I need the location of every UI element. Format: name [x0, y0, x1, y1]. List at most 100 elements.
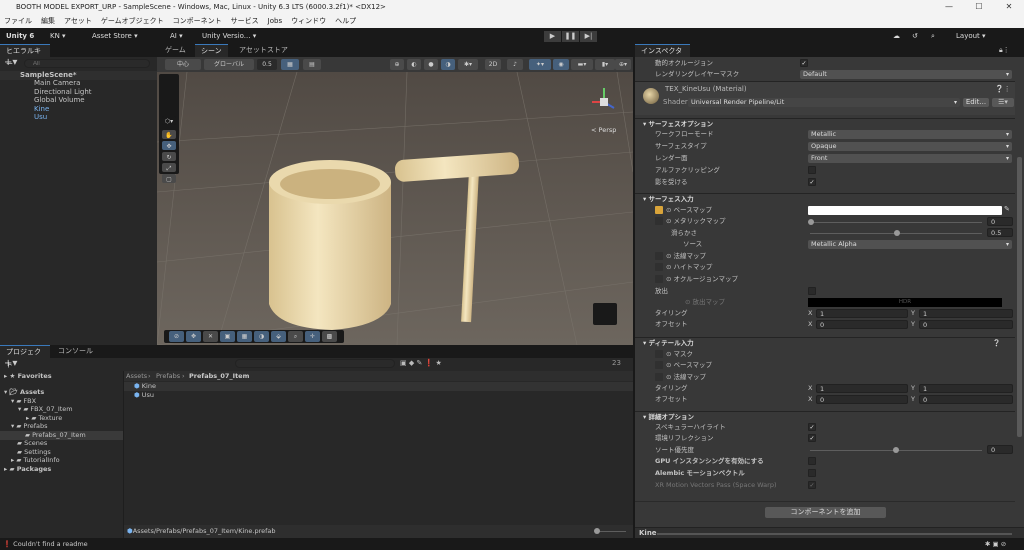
detail-base-map-slot[interactable] [655, 361, 663, 369]
shaded-icon[interactable]: ● [424, 59, 438, 70]
gpu-instancing-checkbox[interactable] [808, 457, 816, 465]
tree-node-packages[interactable]: ▸ ▰ Packages [4, 465, 51, 474]
pause-button[interactable]: ❚❚ [562, 31, 579, 42]
menu-window[interactable]: ウィンドウ [291, 14, 326, 28]
inspector-scrollbar[interactable] [1017, 157, 1022, 437]
smoothness-slider-knob[interactable] [894, 230, 900, 236]
tree-node[interactable]: ▾ ▰ FBX [11, 397, 36, 406]
asset-store-button[interactable]: Asset Store ▾ [92, 28, 138, 44]
tree-node[interactable]: ▸ ▰ TutorialInfo [11, 456, 60, 465]
metallic-map-texture-slot[interactable] [655, 217, 663, 225]
receive-shadows-checkbox[interactable]: ✓ [808, 178, 816, 186]
sort-priority-knob[interactable] [893, 447, 899, 453]
sort-priority-input[interactable]: 0 [987, 445, 1013, 454]
tiling-x-input[interactable]: 1 [816, 309, 908, 318]
breadcrumb-item[interactable]: Prefabs [156, 372, 180, 381]
history-icon[interactable]: ↺ [912, 28, 918, 44]
step-button[interactable]: ▶| [580, 31, 597, 42]
space-dropdown[interactable]: グローバル [204, 59, 254, 70]
debug-draw-icon[interactable]: ✱▾ [458, 59, 478, 70]
tree-node[interactable]: ▸ ▰ Texture [26, 414, 62, 423]
icon-size-knob[interactable] [594, 528, 600, 534]
eyedropper-icon[interactable]: ✎ [1004, 205, 1010, 213]
lit-mode-icon[interactable]: ◑ [441, 59, 455, 70]
search-icon[interactable]: ⌕ [931, 28, 935, 44]
offset-y-input[interactable]: 0 [919, 320, 1013, 329]
section-surface-inputs[interactable]: ▾ サーフェス入力 [635, 193, 1015, 204]
scene-viewport[interactable]: < Persp [157, 72, 633, 345]
shaded-wire-icon[interactable]: ◐ [407, 59, 421, 70]
rect-tool[interactable]: ▢ [162, 174, 176, 183]
section-advanced-options[interactable]: ▾ 詳細オプション [635, 411, 1015, 422]
shader-dropdown[interactable]: Universal Render Pipeline/Lit [688, 98, 960, 107]
favorites-node[interactable]: ▸ ★ Favorites [4, 372, 52, 381]
overlay-tool-icon[interactable]: ◑ [254, 331, 269, 342]
section-surface-options[interactable]: ▾ サーフェスオプション [635, 118, 1015, 129]
grid-snap-button[interactable]: ▦ [281, 59, 299, 70]
overlay-tool-icon[interactable]: ✥ [186, 331, 201, 342]
asset-item[interactable]: ⬢ Kine [134, 382, 156, 391]
overlay-tool-icon[interactable]: ▩ [322, 331, 337, 342]
breadcrumb-item[interactable]: Assets [126, 372, 147, 381]
scale-tool[interactable]: ⤢ [162, 163, 176, 172]
add-component-button[interactable]: コンポーネントを追加 [765, 507, 886, 518]
offset-x-input[interactable]: 0 [816, 320, 908, 329]
menu-jobs[interactable]: Jobs [268, 14, 282, 28]
height-map-texture-slot[interactable] [655, 263, 663, 271]
hierarchy-item[interactable]: Global Volume [34, 96, 85, 105]
breadcrumb-current[interactable]: Prefabs_07_Item [189, 372, 249, 381]
ai-button[interactable]: AI ▾ [170, 28, 183, 44]
maximize-button[interactable]: ☐ [964, 0, 994, 14]
view-options-icon[interactable]: ⬡▾ [162, 116, 176, 125]
icon-size-slider[interactable] [596, 531, 626, 532]
menu-component[interactable]: コンポーネント [173, 14, 222, 28]
minimize-button[interactable]: — [934, 0, 964, 14]
asset-item[interactable]: ⬢ Usu [134, 391, 154, 400]
preview-resize-handle[interactable] [657, 533, 1012, 535]
add-button[interactable]: +▾ [4, 57, 17, 68]
gizmos-dropdown[interactable]: ⊕▾ [615, 59, 631, 70]
detail-tiling-y-input[interactable]: 1 [919, 384, 1013, 393]
tab-project[interactable]: プロジェクト [0, 345, 50, 369]
alembic-checkbox[interactable] [808, 469, 816, 477]
workflow-dropdown[interactable]: Metallic [808, 130, 1012, 139]
emission-checkbox[interactable] [808, 287, 816, 295]
base-color-field[interactable] [808, 206, 1002, 215]
hand-tool[interactable]: ✋ [162, 130, 176, 139]
tab-scene[interactable]: シーン [195, 44, 228, 57]
detail-normal-map-slot[interactable] [655, 373, 663, 381]
rotate-tool[interactable]: ↻ [162, 152, 176, 161]
menu-help[interactable]: ヘルプ [335, 14, 356, 28]
tree-node-selected[interactable]: ▰ Prefabs_07_Item [25, 431, 86, 440]
detail-tiling-x-input[interactable]: 1 [816, 384, 908, 393]
tab-hierarchy[interactable]: ヒエラルキー [0, 44, 50, 68]
smoothness-source-dropdown[interactable]: Metallic Alpha [808, 240, 1012, 249]
hierarchy-item[interactable]: Directional Light [34, 88, 92, 97]
tiling-y-input[interactable]: 1 [919, 309, 1013, 318]
shader-edit-button[interactable]: Edit... [963, 98, 989, 107]
unity-account-button[interactable]: Unity 6 [6, 28, 34, 44]
gizmo-center-icon[interactable]: ⊕ [390, 59, 404, 70]
normal-map-texture-slot[interactable] [655, 252, 663, 260]
overlay-tool-icon[interactable]: ⬙ [271, 331, 286, 342]
section-detail-inputs[interactable]: ▾ ディテール入力 ❔ [635, 337, 1015, 348]
tree-node[interactable]: ▰ Settings [17, 448, 51, 457]
tab-game[interactable]: ゲーム [159, 44, 192, 57]
project-search-input[interactable] [235, 359, 395, 368]
move-tool[interactable]: ✥ [162, 141, 176, 150]
overlay-tool-icon[interactable]: ▦ [237, 331, 252, 342]
tree-node-assets[interactable]: ▾ 📂︎ Assets [4, 388, 44, 397]
specular-checkbox[interactable]: ✓ [808, 423, 816, 431]
audio-toggle[interactable]: ♪ [507, 59, 523, 70]
help-icon[interactable]: ❔ [993, 338, 1001, 349]
base-map-texture-slot[interactable] [655, 206, 663, 214]
render-face-dropdown[interactable]: Front [808, 154, 1012, 163]
close-button[interactable]: ✕ [994, 0, 1024, 14]
snap-value-input[interactable]: 0.5 [257, 59, 277, 70]
tab-asset-store[interactable]: アセットストア [233, 44, 294, 57]
play-button[interactable]: ▶ [544, 31, 561, 42]
account-button[interactable]: KN ▾ [50, 28, 66, 44]
2d-toggle[interactable]: 2D [485, 59, 501, 70]
pivot-dropdown[interactable]: 中心 [165, 59, 201, 70]
metallic-slider[interactable] [810, 222, 982, 223]
